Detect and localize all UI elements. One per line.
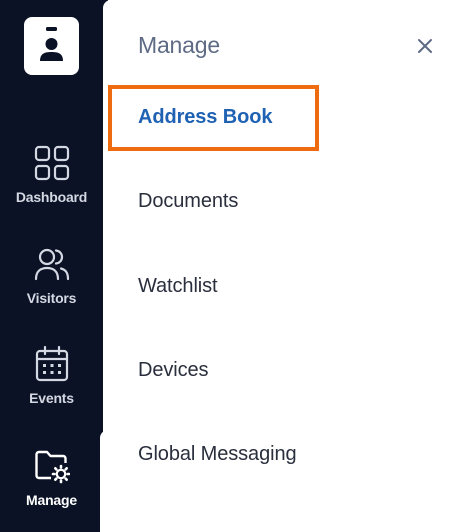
sidebar-item-label: Manage	[26, 492, 77, 508]
grid-icon	[34, 145, 69, 181]
panel-notch	[100, 430, 110, 532]
close-icon	[418, 39, 432, 53]
sidebar-item-events[interactable]: Events	[0, 346, 103, 442]
menu-item-documents[interactable]: Documents	[138, 190, 238, 213]
close-button[interactable]	[412, 33, 438, 59]
sidebar-item-dashboard[interactable]: Dashboard	[0, 145, 103, 241]
menu-item-global-messaging[interactable]: Global Messaging	[138, 443, 297, 466]
sidebar-item-label: Visitors	[26, 290, 77, 306]
app-logo[interactable]	[24, 17, 79, 75]
sidebar-item-label: Events	[29, 390, 74, 406]
panel-title: Manage	[138, 32, 220, 58]
menu-item-devices[interactable]: Devices	[138, 359, 209, 382]
sidebar-item-visitors[interactable]: Visitors	[0, 246, 103, 342]
menu-item-watchlist[interactable]: Watchlist	[138, 275, 218, 298]
menu-item-address-book[interactable]: Address Book	[138, 106, 272, 129]
users-icon	[34, 248, 69, 281]
calendar-icon	[35, 346, 68, 382]
sidebar-item-label: Dashboard	[15, 189, 88, 205]
sidebar-item-manage[interactable]: Manage	[0, 448, 103, 532]
folder-gear-icon	[34, 450, 70, 484]
badge-icon	[40, 27, 63, 61]
sidebar: Dashboard Visitors Events Manage	[0, 0, 108, 532]
